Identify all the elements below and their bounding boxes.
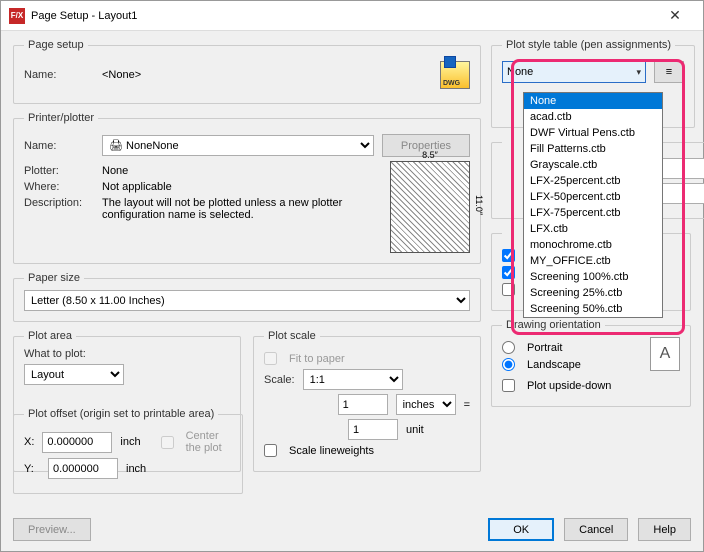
scale-lineweights-checkbox[interactable] [264,444,277,457]
plotter-label: Plotter: [24,165,94,177]
equals-label: = [464,399,470,411]
plot-with-styles-checkbox[interactable] [502,249,515,262]
plot-style-dropdown[interactable]: Noneacad.ctbDWF Virtual Pens.ctbFill Pat… [523,92,663,318]
plot-style-option[interactable]: LFX-25percent.ctb [524,173,662,189]
portrait-label: Portrait [527,342,562,354]
plot-style-legend: Plot style table (pen assignments) [502,39,675,51]
what-to-plot-select[interactable]: Layout [24,364,124,385]
center-plot-label: Center the plot [186,430,232,454]
scale-units-select[interactable]: inches [396,394,456,415]
plot-style-select[interactable]: None ▾ [502,61,646,83]
page-setup-legend: Page setup [24,39,88,51]
dwg-icon [440,61,470,89]
paper-size-group: Paper size Letter (8.50 x 11.00 Inches) [13,272,481,322]
window-title: Page Setup - Layout1 [31,10,655,22]
plot-style-option[interactable]: LFX.ctb [524,221,662,237]
plot-style-option[interactable]: LFX-75percent.ctb [524,205,662,221]
chevron-down-icon: ▾ [636,67,641,78]
where-label: Where: [24,181,94,193]
printer-group: Printer/plotter Name: 🖨 NoneNone Propert… [13,112,481,264]
plot-style-option[interactable]: Screening 100%.ctb [524,269,662,285]
y-inch: inch [126,463,146,475]
upside-down-checkbox[interactable] [502,379,515,392]
plot-style-option[interactable]: Screening 50%.ctb [524,301,662,317]
plotter-value: None [102,165,128,177]
paper-size-legend: Paper size [24,272,84,284]
printer-legend: Printer/plotter [24,112,98,124]
cancel-button[interactable]: Cancel [564,518,628,541]
plot-style-option[interactable]: None [524,93,662,109]
page-setup-group: Page setup Name: <None> [13,39,481,104]
scale-num2[interactable] [348,419,398,440]
fit-to-paper-label: Fit to paper [289,353,345,365]
plot-paperspace-checkbox[interactable] [502,266,515,279]
plot-style-option[interactable]: Screening 25%.ctb [524,285,662,301]
help-button[interactable]: Help [638,518,691,541]
page-setup-name-value: <None> [102,69,432,81]
scale-lineweights-label: Scale lineweights [289,445,374,457]
scale-select[interactable]: 1:1 [303,369,403,390]
preview-width: 8.5″ [391,150,469,160]
plot-style-option[interactable]: DWF Virtual Pens.ctb [524,125,662,141]
desc-value: The layout will not be plotted unless a … [102,197,382,221]
plot-area-legend: Plot area [24,330,76,342]
paper-size-select[interactable]: Letter (8.50 x 11.00 Inches) [24,290,470,311]
printer-name-label: Name: [24,140,94,152]
x-inch: inch [120,436,140,448]
plot-style-selected: None [507,66,533,78]
landscape-label: Landscape [527,359,581,371]
ok-button[interactable]: OK [488,518,554,541]
plot-offset-legend: Plot offset (origin set to printable are… [24,408,218,420]
x-label: X: [24,436,34,448]
plot-style-option[interactable]: LFX-50percent.ctb [524,189,662,205]
orientation-group: Drawing orientation Portrait Landscape A… [491,319,691,407]
dialog-footer: Preview... OK Cancel Help [13,518,691,541]
y-input[interactable] [48,458,118,479]
titlebar: F/X Page Setup - Layout1 ✕ [1,1,703,31]
preview-button[interactable]: Preview... [13,518,91,541]
where-value: Not applicable [102,181,172,193]
plot-style-option[interactable]: acad.ctb [524,109,662,125]
y-label: Y: [24,463,40,475]
scale-num1[interactable] [338,394,388,415]
plot-scale-legend: Plot scale [264,330,320,342]
what-to-plot-label: What to plot: [24,348,230,360]
orientation-legend: Drawing orientation [502,319,605,331]
center-plot-checkbox[interactable] [161,436,174,449]
page-setup-dialog: F/X Page Setup - Layout1 ✕ Page setup Na… [0,0,704,552]
close-button[interactable]: ✕ [655,2,695,30]
app-icon: F/X [9,8,25,24]
plot-offset-group: Plot offset (origin set to printable are… [13,408,243,494]
preview-height: 11.0″ [474,195,484,215]
page-setup-name-label: Name: [24,69,94,81]
desc-label: Description: [24,197,94,209]
fit-to-paper-checkbox[interactable] [264,352,277,365]
plot-style-option[interactable]: Fill Patterns.ctb [524,141,662,157]
portrait-radio[interactable] [502,341,515,354]
plot-style-option[interactable]: monochrome.ctb [524,237,662,253]
plot-style-option[interactable]: Grayscale.ctb [524,157,662,173]
landscape-radio[interactable] [502,358,515,371]
paper-preview: 8.5″ 11.0″ [390,161,470,253]
plot-style-option[interactable]: MY_OFFICE.ctb [524,253,662,269]
unit-label: unit [406,424,470,436]
printer-name-select[interactable]: 🖨 NoneNone [102,135,374,156]
upside-down-label: Plot upside-down [527,380,611,392]
hide-paperspace-checkbox[interactable] [502,283,515,296]
scale-label: Scale: [264,374,295,386]
orientation-icon: A [650,337,680,371]
plot-style-edit-button[interactable]: ≡ [654,61,684,83]
x-input[interactable] [42,432,112,453]
plot-scale-group: Plot scale Fit to paper Scale: 1:1 inches… [253,330,481,472]
